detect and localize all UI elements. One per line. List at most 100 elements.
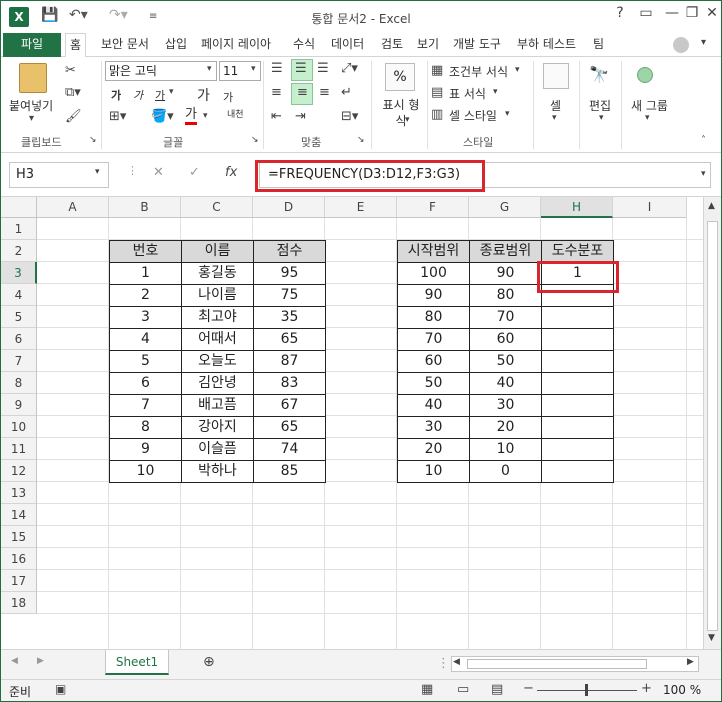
row-header[interactable]: 18 <box>1 592 37 614</box>
table-cell[interactable]: 70 <box>469 306 542 329</box>
align-right-icon[interactable]: ≡ <box>319 85 330 100</box>
cells-button[interactable]: 셀 <box>550 97 561 114</box>
align-left-icon[interactable]: ≡ <box>271 85 282 100</box>
column-header[interactable]: F <box>397 197 469 218</box>
zoom-slider-handle[interactable] <box>585 684 588 696</box>
chevron-down-icon[interactable]: ▾ <box>95 167 100 177</box>
row-header[interactable]: 17 <box>1 570 37 592</box>
table-cell[interactable]: 박하나 <box>181 460 254 483</box>
italic-button[interactable]: 가 <box>133 87 143 103</box>
paste-dropdown-icon[interactable]: ▾ <box>29 113 34 124</box>
conditional-format-icon[interactable]: ▦ <box>431 63 443 78</box>
editing-button[interactable]: 편집 <box>589 97 611 114</box>
row-header[interactable]: 2 <box>1 240 37 262</box>
tab-review[interactable]: 검토 <box>377 33 407 57</box>
table-cell[interactable]: 2 <box>109 284 182 307</box>
table-cell[interactable]: 10 <box>109 460 182 483</box>
row-header[interactable]: 12 <box>1 460 37 482</box>
row-header[interactable]: 4 <box>1 284 37 306</box>
table-cell[interactable]: 50 <box>469 350 542 373</box>
page-break-view-icon[interactable]: ▤ <box>491 682 503 697</box>
tab-page-layout[interactable]: 페이지 레이아 <box>197 33 275 57</box>
table-cell[interactable]: 80 <box>397 306 470 329</box>
table-cell[interactable] <box>541 328 614 351</box>
grow-font-button[interactable]: 가 <box>197 85 210 105</box>
table-cell[interactable]: 9 <box>109 438 182 461</box>
cells-icon[interactable] <box>543 63 569 89</box>
table-cell[interactable]: 7 <box>109 394 182 417</box>
dialog-launcher-icon[interactable]: ↘ <box>89 135 97 145</box>
close-button[interactable]: ✕ <box>701 5 721 21</box>
align-top-icon[interactable]: ☰ <box>271 61 283 76</box>
row-header[interactable]: 14 <box>1 504 37 526</box>
table-cell[interactable]: 10 <box>397 460 470 483</box>
table-header-cell[interactable]: 번호 <box>109 240 182 263</box>
new-group-icon[interactable] <box>637 67 653 83</box>
chevron-down-icon[interactable]: ▾ <box>552 113 557 123</box>
table-cell[interactable]: 83 <box>253 372 326 395</box>
table-cell[interactable]: 65 <box>253 416 326 439</box>
expand-formula-icon[interactable]: ▾ <box>701 169 706 179</box>
fill-color-icon[interactable]: 🪣▾ <box>151 109 174 124</box>
dialog-launcher-icon[interactable]: ↘ <box>357 135 365 145</box>
table-cell[interactable]: 87 <box>253 350 326 373</box>
scroll-left-icon[interactable]: ◀ <box>453 657 460 667</box>
table-cell[interactable]: 나이름 <box>181 284 254 307</box>
number-format-button[interactable]: 표시 형식 <box>379 97 423 129</box>
chevron-down-icon[interactable]: ▾ <box>169 87 174 97</box>
scroll-down-icon[interactable]: ▼ <box>708 633 715 643</box>
cut-icon[interactable]: ✂ <box>65 63 76 78</box>
column-header[interactable]: H <box>541 197 613 218</box>
table-header-cell[interactable]: 점수 <box>253 240 326 263</box>
zoom-out-icon[interactable]: − <box>523 681 534 696</box>
chevron-down-icon[interactable]: ▾ <box>505 109 510 119</box>
chevron-down-icon[interactable]: ▾ <box>405 115 410 125</box>
table-cell[interactable]: 어때서 <box>181 328 254 351</box>
select-all-corner[interactable] <box>1 197 37 218</box>
table-cell[interactable]: 30 <box>397 416 470 439</box>
table-cell[interactable]: 80 <box>469 284 542 307</box>
tab-split-icon[interactable]: ⋮ <box>437 656 450 671</box>
chevron-down-icon[interactable]: ▾ <box>207 64 212 74</box>
table-header-cell[interactable]: 이름 <box>181 240 254 263</box>
bold-button[interactable]: 가 <box>111 87 121 103</box>
cell-style-icon[interactable]: ▥ <box>431 107 443 122</box>
row-header[interactable]: 15 <box>1 526 37 548</box>
sheet-tab[interactable]: Sheet1 <box>105 650 169 675</box>
font-name-select[interactable]: 맑은 고딕 <box>105 61 217 81</box>
column-header[interactable]: D <box>253 197 325 218</box>
tab-load-test[interactable]: 부하 테스트 <box>513 33 580 57</box>
wrap-text-icon[interactable]: ↵ <box>341 85 352 100</box>
table-cell[interactable]: 60 <box>469 328 542 351</box>
zoom-in-icon[interactable]: + <box>641 681 652 696</box>
table-cell[interactable]: 20 <box>397 438 470 461</box>
table-cell[interactable]: 1 <box>109 262 182 285</box>
table-cell[interactable] <box>541 416 614 439</box>
h-scroll-thumb[interactable] <box>467 659 647 669</box>
row-header[interactable]: 1 <box>1 218 37 240</box>
insert-function-icon[interactable]: fx <box>225 165 237 180</box>
table-cell[interactable]: 65 <box>253 328 326 351</box>
row-header[interactable]: 9 <box>1 394 37 416</box>
paste-button[interactable]: 붙여넣기 <box>9 97 53 114</box>
paste-icon[interactable] <box>19 63 47 93</box>
chevron-down-icon[interactable]: ▾ <box>251 64 256 74</box>
add-sheet-icon[interactable]: ⊕ <box>203 654 215 670</box>
table-cell[interactable]: 김안녕 <box>181 372 254 395</box>
orientation-icon[interactable]: ⤢▾ <box>341 61 358 76</box>
table-cell[interactable] <box>541 394 614 417</box>
table-cell[interactable]: 35 <box>253 306 326 329</box>
row-header[interactable]: 3 <box>1 262 37 284</box>
enter-icon[interactable]: ✓ <box>189 165 200 180</box>
column-header[interactable]: B <box>109 197 181 218</box>
table-header-cell[interactable]: 도수분포 <box>541 240 614 263</box>
table-cell[interactable]: 6 <box>109 372 182 395</box>
table-cell[interactable]: 60 <box>397 350 470 373</box>
name-box[interactable]: H3 <box>9 162 109 188</box>
restore-button[interactable]: ❐ <box>681 5 703 21</box>
table-cell[interactable]: 30 <box>469 394 542 417</box>
next-sheet-icon[interactable]: ▶ <box>37 656 44 666</box>
table-cell[interactable] <box>541 350 614 373</box>
table-header-cell[interactable]: 시작범위 <box>397 240 470 263</box>
row-header[interactable]: 8 <box>1 372 37 394</box>
